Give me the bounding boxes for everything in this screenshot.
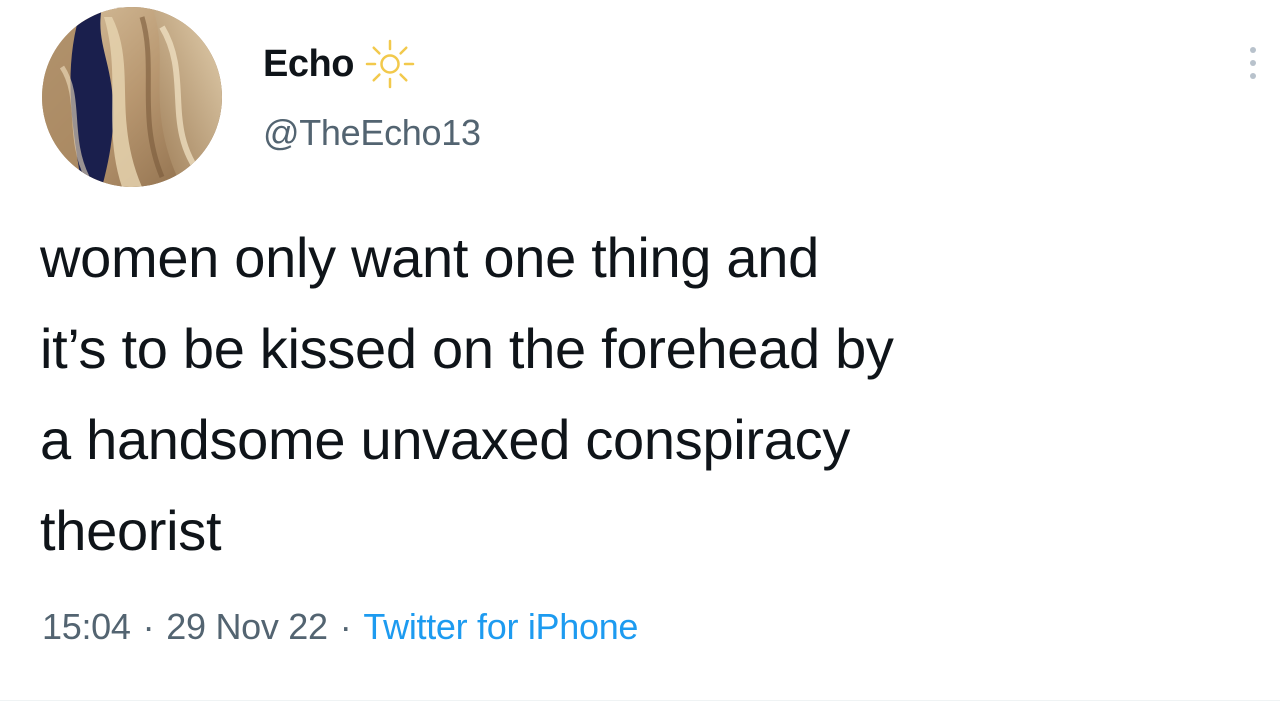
tweet-text: women only want one thing and it’s to be… [40, 212, 1240, 576]
tweet-card: Echo @TheEcho13 women only want one thin… [0, 0, 1280, 720]
meta-separator: · [339, 606, 352, 647]
display-name[interactable]: Echo [263, 43, 354, 86]
tweet-text-line: women only want one thing and [40, 226, 819, 289]
meta-separator: · [142, 606, 155, 647]
tweet-date[interactable]: 29 Nov 22 [166, 606, 328, 648]
more-dot-icon [1250, 73, 1256, 79]
author-name-row[interactable]: Echo [263, 36, 416, 92]
more-options-button[interactable] [1238, 38, 1268, 88]
tweet-text-line: a handsome unvaxed conspiracy [40, 408, 851, 471]
divider [0, 700, 1280, 701]
more-dot-icon [1250, 60, 1256, 66]
tweet-source-link[interactable]: Twitter for iPhone [363, 606, 638, 648]
avatar[interactable] [42, 7, 222, 187]
avatar-image [42, 7, 222, 187]
tweet-time[interactable]: 15:04 [42, 606, 131, 648]
tweet-text-line: it’s to be kissed on the forehead by [40, 317, 894, 380]
tweet-meta: 15:04 · 29 Nov 22 · Twitter for iPhone [42, 606, 638, 648]
user-handle[interactable]: @TheEcho13 [263, 112, 481, 154]
tweet-text-line: theorist [40, 499, 222, 562]
more-dot-icon [1250, 47, 1256, 53]
sun-icon [364, 38, 416, 90]
